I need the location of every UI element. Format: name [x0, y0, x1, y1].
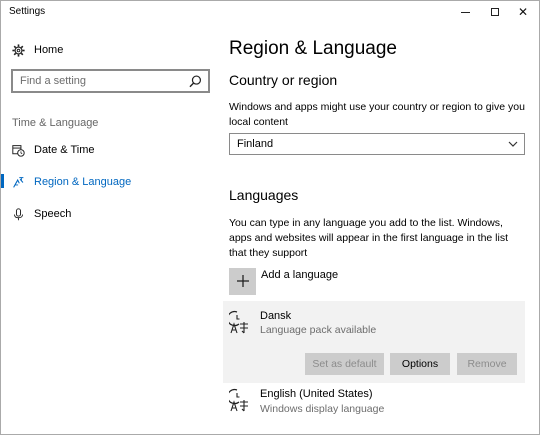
- country-select-value: Finland: [237, 138, 274, 150]
- language-item-dansk[interactable]: Dansk Language pack available Set as def…: [223, 301, 525, 383]
- language-name: English (United States): [260, 388, 373, 400]
- languages-heading: Languages: [229, 187, 299, 203]
- minimize-icon: [460, 11, 470, 13]
- minimize-button[interactable]: [449, 1, 481, 23]
- chevron-down-icon: [508, 141, 518, 147]
- window-title: Settings: [9, 6, 46, 17]
- options-button[interactable]: Options: [390, 353, 450, 375]
- maximize-icon: [491, 8, 499, 16]
- close-icon: ✕: [517, 5, 529, 19]
- home-nav-item[interactable]: Home: [11, 41, 63, 59]
- language-item-english[interactable]: English (United States) Windows display …: [223, 385, 525, 425]
- sidebar-item-speech[interactable]: Speech: [11, 205, 71, 223]
- sidebar-item-date-time[interactable]: Date & Time: [11, 141, 95, 159]
- sidebar-item-label: Region & Language: [34, 176, 132, 188]
- language-icon: [229, 310, 248, 334]
- languages-description: You can type in any language you add to …: [229, 217, 508, 259]
- title-bar[interactable]: Settings ✕: [1, 1, 539, 23]
- settings-window: Settings ✕ Home Find a setting Time & La…: [0, 0, 540, 435]
- search-placeholder: Find a setting: [20, 75, 87, 87]
- language-icon: [229, 388, 248, 412]
- page-title: Region & Language: [229, 38, 397, 59]
- sidebar-item-label: Speech: [34, 208, 72, 220]
- home-label: Home: [34, 44, 64, 56]
- sidebar-item-label: Date & Time: [34, 144, 95, 156]
- microphone-icon: [11, 207, 25, 221]
- language-status: Language pack available: [260, 324, 377, 336]
- country-description: Windows and apps might use your country …: [229, 101, 525, 128]
- add-language-button[interactable]: Add a language: [229, 267, 338, 295]
- plus-icon: [229, 267, 256, 295]
- region-language-icon: [11, 175, 25, 189]
- language-status: Windows display language: [260, 403, 385, 415]
- language-name: Dansk: [260, 310, 292, 322]
- search-input[interactable]: Find a setting: [11, 69, 210, 93]
- sidebar-item-region-language[interactable]: Region & Language: [11, 173, 131, 191]
- remove-button[interactable]: Remove: [457, 353, 517, 375]
- section-label: Time & Language: [12, 117, 99, 129]
- main-content: Region & Language Country or region Wind…: [219, 23, 539, 435]
- country-select[interactable]: Finland: [229, 133, 525, 155]
- country-heading: Country or region: [229, 72, 338, 88]
- selection-indicator: [1, 174, 4, 188]
- calendar-clock-icon: [11, 143, 25, 157]
- set-as-default-button[interactable]: Set as default: [305, 353, 384, 375]
- close-button[interactable]: ✕: [507, 1, 539, 23]
- sidebar: Home Find a setting Time & Language Date…: [1, 23, 219, 435]
- search-icon: [189, 75, 202, 88]
- gear-icon: [11, 43, 25, 57]
- add-language-label: Add a language: [261, 269, 339, 281]
